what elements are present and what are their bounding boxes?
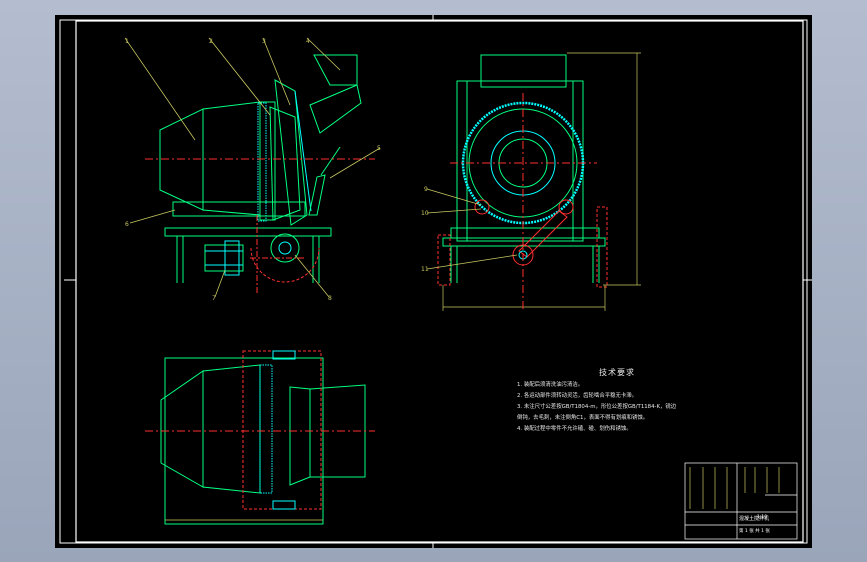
part-label-6: 6 <box>125 221 129 228</box>
leader-lines-side <box>426 188 518 270</box>
requirement-line: 1. 装配后须清洗油污清洁。 <box>517 382 584 388</box>
technical-requirements: 技术要求 1. 装配后须清洗油污清洁。 2. 各运动部件须转动灵活，齿轮啮合平稳… <box>517 367 717 435</box>
title-block-sheet-info: 第 1 张 共 1 张 <box>739 529 770 534</box>
part-label-8: 8 <box>328 295 332 302</box>
cad-drawing: 1 2 3 4 5 6 7 8 9 10 11 <box>59 15 812 548</box>
top-view <box>145 350 375 525</box>
drawing-sheet: 1 2 3 4 5 6 7 8 9 10 11 技术要求 1. 装配后须清洗油污… <box>55 15 812 548</box>
part-label-3: 3 <box>262 38 266 45</box>
requirement-line: 倒钝，去毛刺，未注倒角C1，表面不得有划痕和锈蚀。 <box>517 415 649 421</box>
part-label-7: 7 <box>212 295 216 302</box>
part-label-11: 11 <box>421 266 429 273</box>
front-view <box>145 54 375 293</box>
side-view <box>437 52 641 311</box>
part-label-9: 9 <box>424 186 428 193</box>
part-label-5: 5 <box>377 145 381 152</box>
part-label-10: 10 <box>421 210 429 217</box>
technical-requirements-title: 技术要求 <box>599 368 635 377</box>
requirement-line: 2. 各运动部件须转动灵活，齿轮啮合平稳无卡滞。 <box>517 393 638 399</box>
title-block-name: 混凝土搅拌机 <box>739 516 770 522</box>
requirement-line: 4. 装配过程中零件不允许磕、碰、划伤和锈蚀。 <box>517 426 632 432</box>
outer-border <box>59 19 808 544</box>
requirement-line: 3. 未注尺寸公差按GB/T1804-m，形位公差按GB/T1184-K，锐边 <box>517 404 677 410</box>
part-label-2: 2 <box>209 38 213 45</box>
part-label-4: 4 <box>306 38 310 45</box>
inner-border <box>75 20 804 543</box>
part-label-1: 1 <box>125 38 129 45</box>
